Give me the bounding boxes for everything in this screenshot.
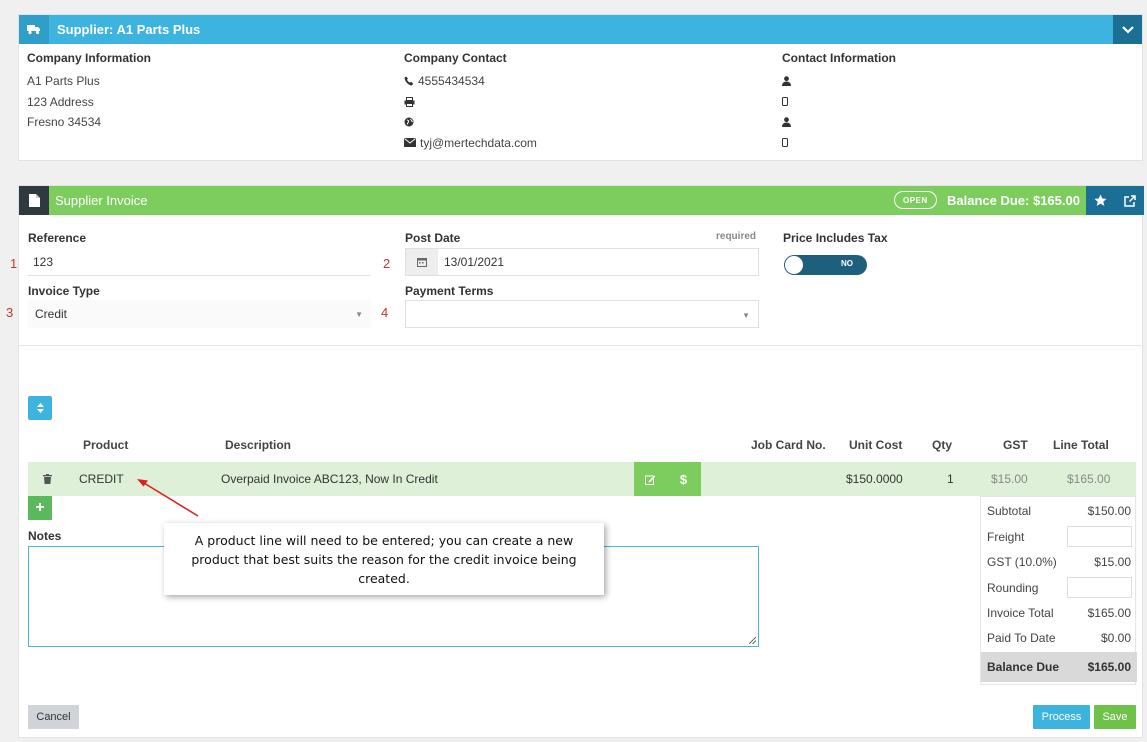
- annotation-arrow: [137, 479, 199, 517]
- tooltip-callout: A product line will need to be entered; …: [164, 523, 604, 595]
